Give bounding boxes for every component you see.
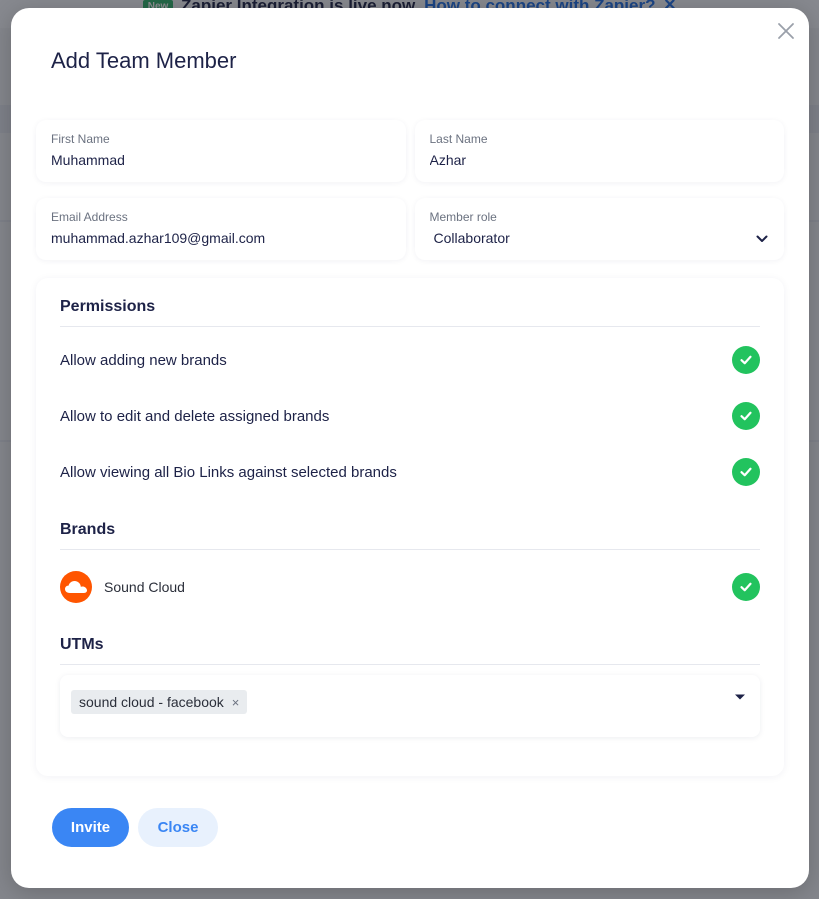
check-icon[interactable]: [732, 573, 760, 601]
last-name-input[interactable]: [429, 152, 769, 168]
permission-label: Allow to edit and delete assigned brands: [60, 407, 330, 425]
permission-row: Allow adding new brands: [60, 346, 760, 374]
email-input[interactable]: [51, 230, 391, 246]
member-role-label: Member role: [429, 210, 497, 224]
utms-title: UTMs: [60, 636, 104, 653]
permissions-card: Permissions Allow adding new brands Allo…: [36, 278, 784, 776]
email-label: Email Address: [51, 210, 128, 224]
email-role-row: Email Address Member role Collaborator: [36, 198, 784, 260]
member-role-select[interactable]: Member role Collaborator: [414, 198, 784, 260]
check-icon[interactable]: [732, 346, 760, 374]
add-team-member-modal: Add Team Member First Name Last Name Ema…: [11, 8, 809, 888]
first-name-field[interactable]: First Name: [36, 120, 406, 182]
first-name-input[interactable]: [51, 152, 391, 168]
remove-tag-icon[interactable]: ×: [232, 695, 240, 710]
email-field[interactable]: Email Address: [36, 198, 406, 260]
check-icon[interactable]: [732, 458, 760, 486]
utm-tag: sound cloud - facebook ×: [71, 690, 248, 714]
chevron-down-icon[interactable]: [756, 235, 768, 243]
utm-multiselect[interactable]: sound cloud - facebook ×: [60, 675, 760, 737]
brand-name: Sound Cloud: [104, 579, 185, 595]
permission-label: Allow viewing all Bio Links against sele…: [60, 463, 397, 481]
utm-tag-label: sound cloud - facebook: [79, 694, 224, 710]
divider: [60, 549, 760, 550]
last-name-field[interactable]: Last Name: [414, 120, 784, 182]
name-row: First Name Last Name: [36, 120, 784, 182]
soundcloud-logo-icon: [60, 571, 92, 603]
divider: [60, 326, 760, 327]
brand-row: Sound Cloud: [60, 571, 760, 603]
invite-button[interactable]: Invite: [52, 808, 129, 847]
first-name-label: First Name: [51, 132, 110, 146]
brands-title: Brands: [60, 521, 116, 538]
last-name-label: Last Name: [429, 132, 488, 146]
permission-row: Allow viewing all Bio Links against sele…: [60, 458, 760, 486]
permissions-title: Permissions: [60, 298, 156, 315]
permission-row: Allow to edit and delete assigned brands: [60, 402, 760, 430]
member-role-value: Collaborator: [433, 230, 510, 246]
permission-label: Allow adding new brands: [60, 351, 227, 369]
close-button[interactable]: Close: [138, 808, 218, 847]
caret-down-icon[interactable]: [734, 693, 746, 701]
check-icon[interactable]: [732, 402, 760, 430]
close-icon[interactable]: [775, 20, 797, 42]
brand-info: Sound Cloud: [60, 571, 185, 603]
divider: [60, 664, 760, 665]
modal-title: Add Team Member: [51, 48, 237, 73]
